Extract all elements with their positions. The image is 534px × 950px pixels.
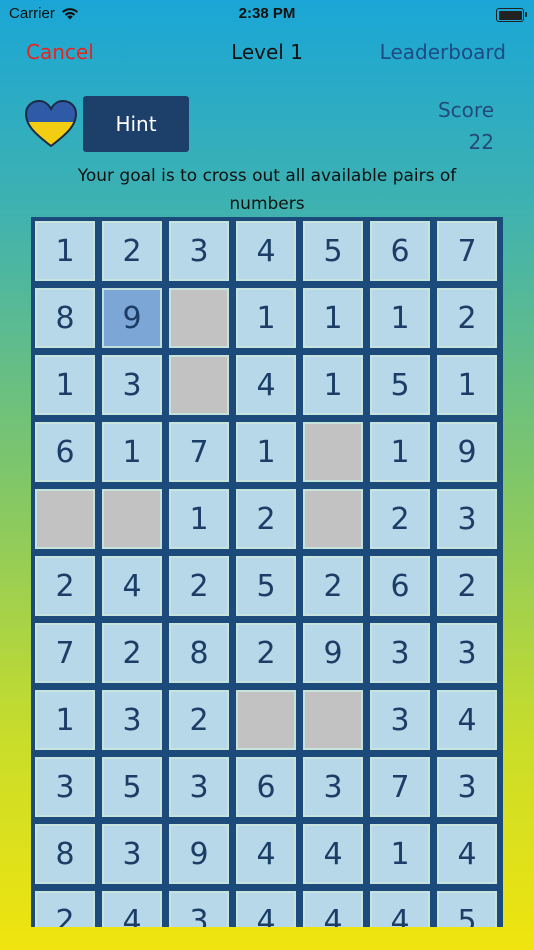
number-cell[interactable]: 6	[370, 556, 430, 616]
number-cell[interactable]: 2	[102, 623, 162, 683]
number-cell[interactable]: 1	[303, 355, 363, 415]
number-cell[interactable]: 3	[303, 757, 363, 817]
number-cell[interactable]: 1	[236, 288, 296, 348]
number-cell[interactable]: 4	[102, 556, 162, 616]
number-cell[interactable]: 4	[303, 891, 363, 927]
number-cell[interactable]: 2	[169, 556, 229, 616]
number-cell[interactable]: 2	[236, 623, 296, 683]
number-cell[interactable]: 2	[370, 489, 430, 549]
number-cell[interactable]: 4	[370, 891, 430, 927]
number-cell[interactable]: 5	[370, 355, 430, 415]
crossed-cell[interactable]	[102, 489, 162, 549]
goal-text: Your goal is to cross out all available …	[77, 166, 457, 214]
number-cell[interactable]: 4	[236, 355, 296, 415]
number-cell[interactable]: 2	[303, 556, 363, 616]
number-cell[interactable]: 4	[236, 891, 296, 927]
number-cell[interactable]: 9	[437, 422, 497, 482]
number-cell[interactable]: 6	[236, 757, 296, 817]
number-cell[interactable]: 8	[35, 824, 95, 884]
crossed-cell[interactable]	[303, 422, 363, 482]
number-cell[interactable]: 9	[303, 623, 363, 683]
status-bar: Carrier 2:38 PM	[0, 0, 534, 30]
number-cell[interactable]: 1	[236, 422, 296, 482]
crossed-cell[interactable]	[169, 355, 229, 415]
leaderboard-button[interactable]: Leaderboard	[380, 40, 506, 64]
number-cell[interactable]: 1	[35, 221, 95, 281]
number-cell[interactable]: 8	[35, 288, 95, 348]
number-cell[interactable]: 4	[236, 221, 296, 281]
number-cell[interactable]: 3	[370, 623, 430, 683]
number-cell[interactable]: 3	[102, 690, 162, 750]
number-cell[interactable]: 3	[102, 355, 162, 415]
crossed-cell[interactable]	[35, 489, 95, 549]
number-cell[interactable]: 4	[303, 824, 363, 884]
number-cell[interactable]: 1	[370, 288, 430, 348]
hint-button[interactable]: Hint	[83, 96, 189, 152]
number-cell[interactable]: 2	[102, 221, 162, 281]
number-cell[interactable]: 4	[236, 824, 296, 884]
score-value: 22	[468, 130, 494, 154]
number-cell[interactable]: 3	[169, 891, 229, 927]
number-cell[interactable]: 2	[169, 690, 229, 750]
number-cell[interactable]: 4	[437, 824, 497, 884]
number-cell[interactable]: 1	[35, 690, 95, 750]
number-cell[interactable]: 3	[169, 221, 229, 281]
number-cell[interactable]: 3	[35, 757, 95, 817]
crossed-cell[interactable]	[236, 690, 296, 750]
number-cell[interactable]: 1	[303, 288, 363, 348]
number-cell[interactable]: 7	[35, 623, 95, 683]
number-cell[interactable]: 5	[437, 891, 497, 927]
number-cell[interactable]: 7	[370, 757, 430, 817]
number-cell[interactable]: 6	[35, 422, 95, 482]
number-cell[interactable]: 1	[169, 489, 229, 549]
nav-bar: Cancel Level 1 Leaderboard	[0, 40, 534, 70]
number-cell[interactable]: 1	[370, 422, 430, 482]
status-time: 2:38 PM	[238, 5, 296, 22]
number-cell[interactable]: 8	[169, 623, 229, 683]
number-cell[interactable]: 1	[370, 824, 430, 884]
number-cell[interactable]: 2	[236, 489, 296, 549]
number-cell[interactable]: 3	[437, 489, 497, 549]
score-label: Score	[437, 98, 494, 122]
number-cell[interactable]: 9	[169, 824, 229, 884]
number-cell[interactable]: 3	[437, 623, 497, 683]
crossed-cell[interactable]	[303, 690, 363, 750]
crossed-cell[interactable]	[303, 489, 363, 549]
number-cell[interactable]: 3	[437, 757, 497, 817]
number-board: 1234567891112134151617119122324252627282…	[31, 217, 503, 927]
number-cell[interactable]: 1	[102, 422, 162, 482]
number-cell[interactable]: 2	[437, 556, 497, 616]
number-cell[interactable]: 7	[169, 422, 229, 482]
number-cell[interactable]: 7	[437, 221, 497, 281]
number-cell[interactable]: 1	[437, 355, 497, 415]
number-cell[interactable]: 2	[35, 891, 95, 927]
number-cell[interactable]: 5	[303, 221, 363, 281]
number-cell[interactable]: 5	[236, 556, 296, 616]
crossed-cell[interactable]	[169, 288, 229, 348]
number-cell[interactable]: 4	[437, 690, 497, 750]
ukraine-heart-icon	[24, 99, 78, 148]
number-cell[interactable]: 3	[169, 757, 229, 817]
number-cell[interactable]: 5	[102, 757, 162, 817]
number-cell[interactable]: 1	[35, 355, 95, 415]
number-cell[interactable]: 2	[35, 556, 95, 616]
number-cell[interactable]: 3	[370, 690, 430, 750]
number-cell[interactable]: 6	[370, 221, 430, 281]
number-cell[interactable]: 2	[437, 288, 497, 348]
number-cell[interactable]: 3	[102, 824, 162, 884]
battery-icon	[496, 8, 527, 22]
number-cell[interactable]: 9	[102, 288, 162, 348]
number-cell[interactable]: 4	[102, 891, 162, 927]
